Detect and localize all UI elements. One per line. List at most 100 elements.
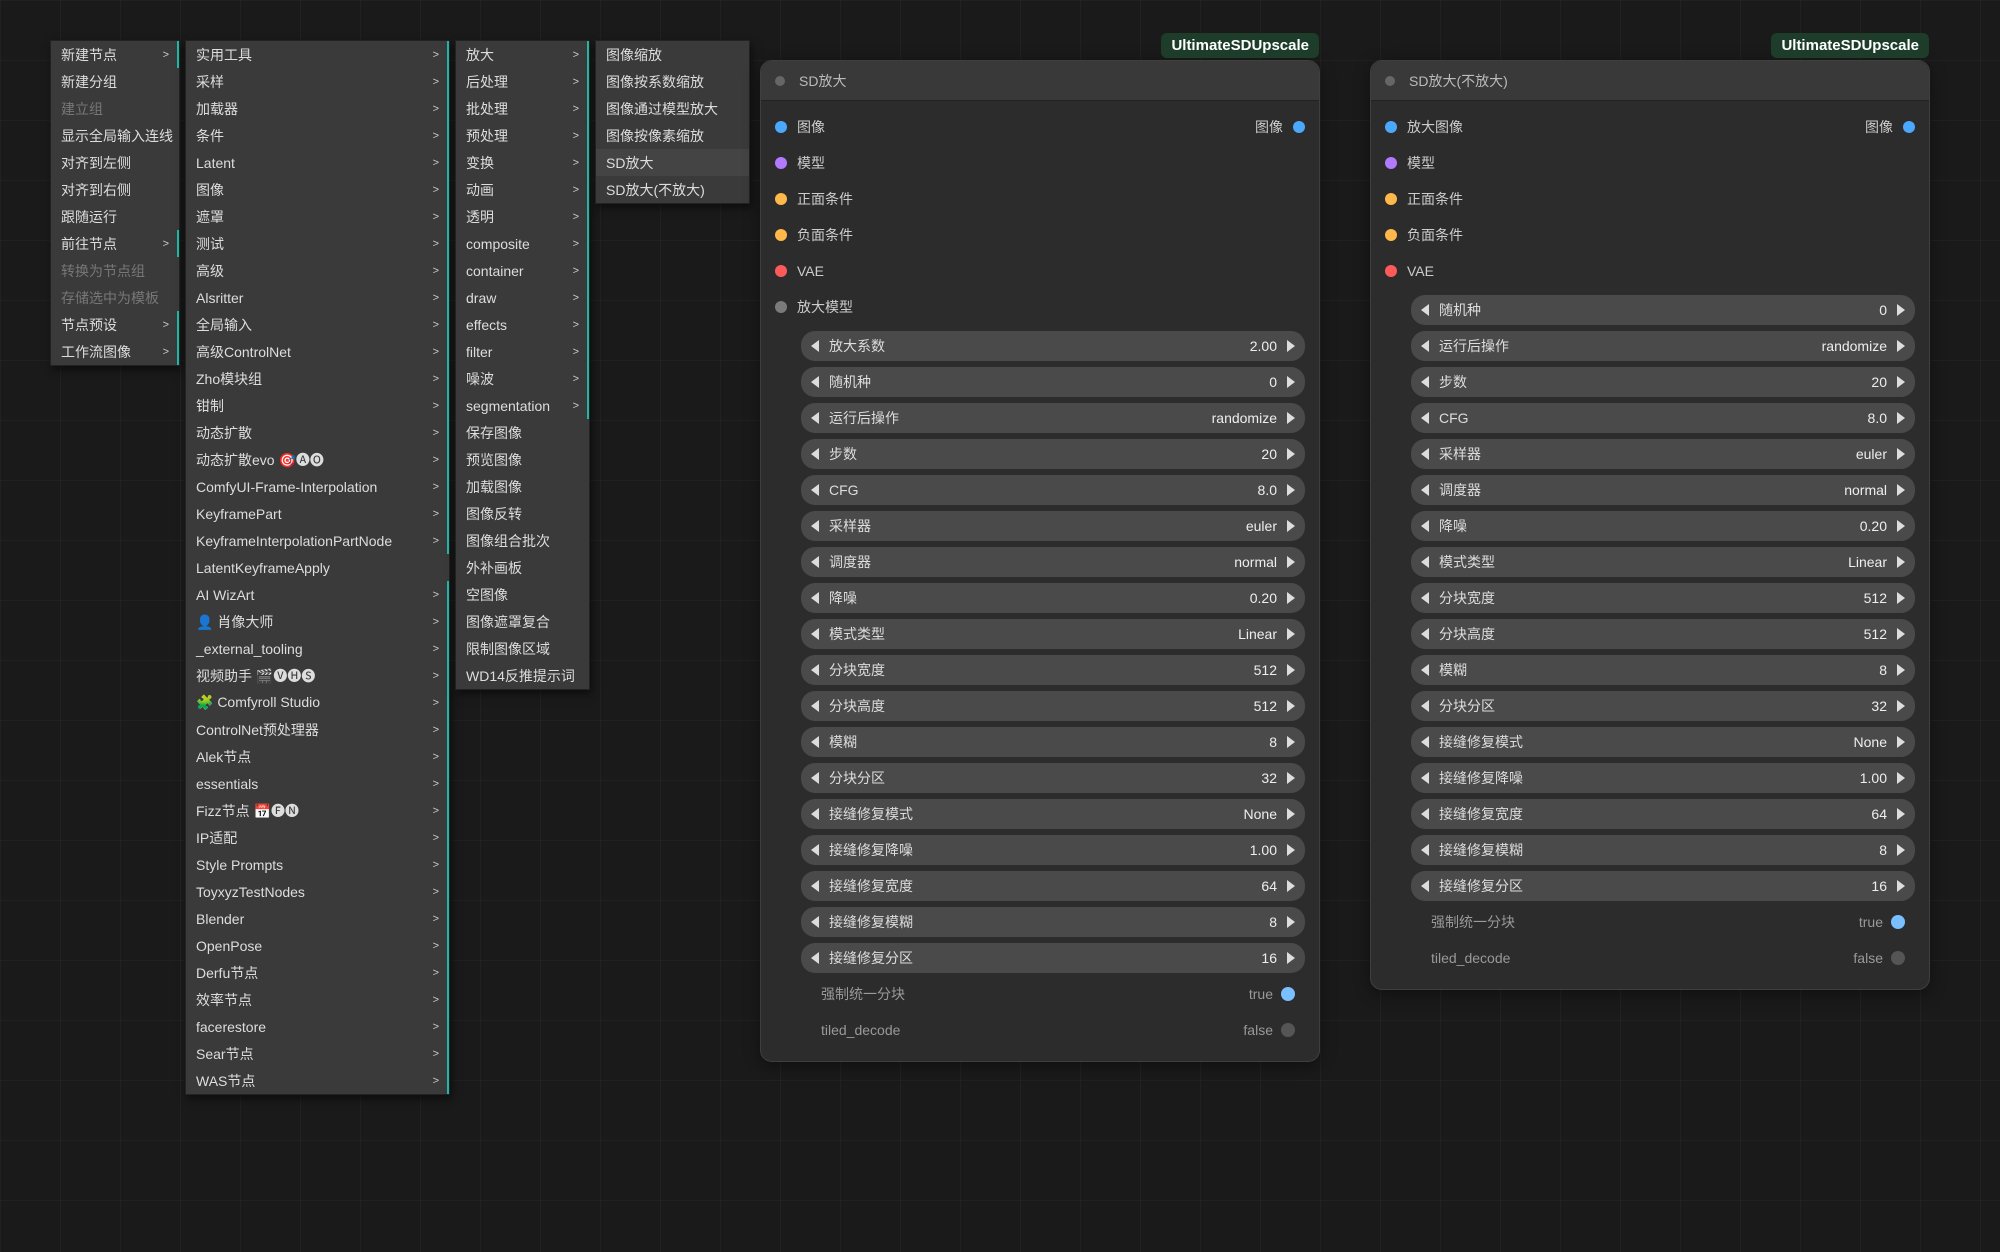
menu-item[interactable]: Derfu节点> — [186, 959, 449, 986]
menu-item[interactable]: filter> — [456, 338, 589, 365]
triangle-right-icon[interactable] — [1287, 916, 1295, 928]
triangle-left-icon[interactable] — [811, 808, 819, 820]
param-row[interactable]: 接缝修复宽度64 — [1411, 799, 1915, 829]
triangle-right-icon[interactable] — [1287, 844, 1295, 856]
toggle-dot-icon[interactable] — [1891, 915, 1905, 929]
menu-item[interactable]: 前往节点> — [51, 230, 179, 257]
collapse-dot-icon[interactable] — [1385, 76, 1395, 86]
triangle-left-icon[interactable] — [1421, 772, 1429, 784]
output-slot-icon[interactable] — [1903, 121, 1915, 133]
menu-item[interactable]: KeyframeInterpolationPartNode> — [186, 527, 449, 554]
menu-item[interactable]: 🧩 Comfyroll Studio> — [186, 689, 449, 716]
triangle-right-icon[interactable] — [1897, 484, 1905, 496]
menu-item[interactable]: container> — [456, 257, 589, 284]
triangle-right-icon[interactable] — [1897, 628, 1905, 640]
param-row[interactable]: 放大系数2.00 — [801, 331, 1305, 361]
triangle-right-icon[interactable] — [1897, 304, 1905, 316]
toggle-row[interactable]: tiled_decodefalse — [1411, 943, 1915, 973]
triangle-left-icon[interactable] — [811, 916, 819, 928]
triangle-right-icon[interactable] — [1897, 880, 1905, 892]
triangle-right-icon[interactable] — [1897, 376, 1905, 388]
menu-item[interactable]: 透明> — [456, 203, 589, 230]
menu-item[interactable]: 加载器> — [186, 95, 449, 122]
menu-item[interactable]: LatentKeyframeApply — [186, 554, 449, 581]
triangle-left-icon[interactable] — [1421, 376, 1429, 388]
param-row[interactable]: 降噪0.20 — [1411, 511, 1915, 541]
node-sd-upscale-no-upscale[interactable]: UltimateSDUpscale SD放大(不放大) 放大图像图像模型正面条件… — [1370, 60, 1930, 990]
output-slot-icon[interactable] — [1293, 121, 1305, 133]
triangle-left-icon[interactable] — [811, 664, 819, 676]
param-row[interactable]: 接缝修复模式None — [1411, 727, 1915, 757]
param-row[interactable]: 分块分区32 — [801, 763, 1305, 793]
triangle-left-icon[interactable] — [1421, 592, 1429, 604]
triangle-left-icon[interactable] — [1421, 520, 1429, 532]
triangle-left-icon[interactable] — [811, 412, 819, 424]
param-row[interactable]: 分块宽度512 — [801, 655, 1305, 685]
menu-item[interactable]: 保存图像 — [456, 419, 589, 446]
menu-item[interactable]: _external_tooling> — [186, 635, 449, 662]
param-row[interactable]: 步数20 — [1411, 367, 1915, 397]
menu-item[interactable]: effects> — [456, 311, 589, 338]
menu-item[interactable]: 图像按像素缩放 — [596, 122, 749, 149]
menu-item[interactable]: 预处理> — [456, 122, 589, 149]
triangle-left-icon[interactable] — [811, 772, 819, 784]
toggle-row[interactable]: 强制统一分块true — [1411, 907, 1915, 937]
param-row[interactable]: 调度器normal — [801, 547, 1305, 577]
triangle-right-icon[interactable] — [1287, 628, 1295, 640]
triangle-right-icon[interactable] — [1287, 484, 1295, 496]
param-row[interactable]: 运行后操作randomize — [801, 403, 1305, 433]
triangle-left-icon[interactable] — [811, 628, 819, 640]
collapse-dot-icon[interactable] — [775, 76, 785, 86]
menu-item[interactable]: 预览图像 — [456, 446, 589, 473]
triangle-left-icon[interactable] — [811, 484, 819, 496]
menu-item[interactable]: Style Prompts> — [186, 851, 449, 878]
triangle-right-icon[interactable] — [1287, 736, 1295, 748]
triangle-left-icon[interactable] — [1421, 340, 1429, 352]
input-slot-icon[interactable] — [775, 301, 787, 313]
menu-item[interactable]: 新建分组 — [51, 68, 179, 95]
triangle-right-icon[interactable] — [1287, 700, 1295, 712]
triangle-left-icon[interactable] — [1421, 880, 1429, 892]
param-row[interactable]: 接缝修复模糊8 — [801, 907, 1305, 937]
triangle-right-icon[interactable] — [1897, 520, 1905, 532]
menu-item[interactable]: 条件> — [186, 122, 449, 149]
menu-item[interactable]: IP适配> — [186, 824, 449, 851]
menu-item[interactable]: 对齐到右侧 — [51, 176, 179, 203]
param-row[interactable]: 接缝修复分区16 — [1411, 871, 1915, 901]
triangle-left-icon[interactable] — [1421, 700, 1429, 712]
input-slot-icon[interactable] — [1385, 229, 1397, 241]
menu-item[interactable]: 图像组合批次 — [456, 527, 589, 554]
menu-item[interactable]: ControlNet预处理器> — [186, 716, 449, 743]
triangle-left-icon[interactable] — [811, 520, 819, 532]
triangle-left-icon[interactable] — [1421, 484, 1429, 496]
param-row[interactable]: 接缝修复模糊8 — [1411, 835, 1915, 865]
triangle-right-icon[interactable] — [1897, 448, 1905, 460]
triangle-right-icon[interactable] — [1287, 412, 1295, 424]
menu-item[interactable]: 动态扩散> — [186, 419, 449, 446]
menu-item[interactable]: 遮罩> — [186, 203, 449, 230]
toggle-dot-icon[interactable] — [1281, 1023, 1295, 1037]
triangle-right-icon[interactable] — [1287, 952, 1295, 964]
triangle-left-icon[interactable] — [1421, 412, 1429, 424]
input-slot-icon[interactable] — [1385, 121, 1397, 133]
menu-item[interactable]: 新建节点> — [51, 41, 179, 68]
menu-item[interactable]: essentials> — [186, 770, 449, 797]
input-slot-icon[interactable] — [1385, 265, 1397, 277]
menu-item[interactable]: segmentation> — [456, 392, 589, 419]
menu-item[interactable]: 加载图像 — [456, 473, 589, 500]
param-row[interactable]: 接缝修复降噪1.00 — [801, 835, 1305, 865]
menu-item[interactable]: 高级ControlNet> — [186, 338, 449, 365]
menu-item[interactable]: draw> — [456, 284, 589, 311]
triangle-left-icon[interactable] — [1421, 556, 1429, 568]
param-row[interactable]: 分块分区32 — [1411, 691, 1915, 721]
triangle-right-icon[interactable] — [1897, 772, 1905, 784]
triangle-left-icon[interactable] — [811, 844, 819, 856]
menu-item[interactable]: 钳制> — [186, 392, 449, 419]
param-row[interactable]: CFG8.0 — [1411, 403, 1915, 433]
triangle-right-icon[interactable] — [1287, 664, 1295, 676]
node-header[interactable]: SD放大 — [761, 61, 1319, 101]
node-sd-upscale[interactable]: UltimateSDUpscale SD放大 图像图像模型正面条件负面条件VAE… — [760, 60, 1320, 1062]
input-slot-icon[interactable] — [775, 193, 787, 205]
param-row[interactable]: 随机种0 — [1411, 295, 1915, 325]
param-row[interactable]: 采样器euler — [1411, 439, 1915, 469]
